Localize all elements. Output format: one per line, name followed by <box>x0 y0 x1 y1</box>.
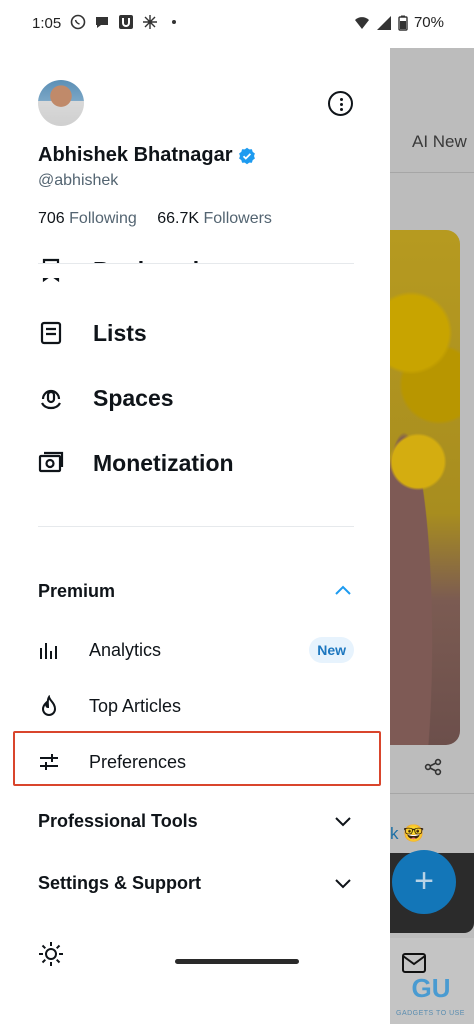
status-time: 1:05 <box>32 15 62 32</box>
money-icon <box>38 451 64 473</box>
followers-link[interactable]: 66.7K Followers <box>157 210 280 227</box>
more-options-icon[interactable] <box>328 91 353 116</box>
premium-item-analytics[interactable]: Analytics New <box>38 634 354 666</box>
chevron-down-icon <box>335 879 351 889</box>
following-link[interactable]: 706 Following <box>38 210 145 227</box>
following-label: Following <box>69 210 137 227</box>
profile-name-row[interactable]: Abhishek Bhatnagar <box>38 144 256 167</box>
avatar[interactable] <box>38 80 84 126</box>
feed-post-text[interactable]: k 🤓 <box>390 824 424 844</box>
followers-label: Followers <box>203 210 272 227</box>
follow-stats: 706 Following 66.7K Followers <box>38 210 288 228</box>
spaces-icon <box>41 389 61 410</box>
premium-item-label: Analytics <box>89 639 162 660</box>
background-feed[interactable]: AI New k 🤓 + GU GADGETS TO USE <box>390 48 474 1024</box>
nav-item-lists[interactable]: Lists <box>38 313 147 353</box>
gesture-home-bar[interactable] <box>175 959 299 964</box>
profile-name: Abhishek Bhatnagar <box>38 144 233 166</box>
divider <box>38 263 354 264</box>
mail-icon[interactable] <box>402 953 426 973</box>
section-label: Professional Tools <box>38 810 198 831</box>
whatsapp-icon <box>70 14 86 30</box>
followers-count: 66.7K <box>157 210 200 227</box>
settings-support-section-header[interactable]: Settings & Support <box>38 868 354 898</box>
flame-icon <box>41 695 57 716</box>
nav-item-label: Lists <box>93 319 147 346</box>
feed-tab-label[interactable]: AI New <box>412 132 467 152</box>
premium-item-top-articles[interactable]: Top Articles <box>38 690 354 722</box>
chevron-down-icon <box>335 817 351 827</box>
premium-item-label: Top Articles <box>89 695 182 716</box>
preferences-highlight-box <box>13 731 381 786</box>
status-system-icons: 70% <box>354 14 444 31</box>
feed-divider <box>390 172 474 173</box>
status-notification-icons <box>70 14 182 30</box>
verified-badge-icon <box>239 147 256 164</box>
section-label: Premium <box>38 580 116 601</box>
feed-post-image[interactable] <box>390 230 460 745</box>
scroll-clip <box>0 264 390 278</box>
new-badge: New <box>309 637 354 663</box>
battery-percent: 70% <box>413 14 444 31</box>
bar-chart-icon <box>40 643 57 659</box>
following-count: 706 <box>38 210 65 227</box>
share-icon[interactable] <box>424 758 442 776</box>
chevron-up-icon <box>335 585 351 595</box>
signal-icon <box>376 15 391 30</box>
section-label: Settings & Support <box>38 872 201 893</box>
wifi-icon <box>354 16 369 29</box>
nav-item-spaces[interactable]: Spaces <box>38 378 174 418</box>
theme-toggle-sun-icon[interactable] <box>38 941 64 967</box>
watermark-logo: GU <box>411 973 451 1003</box>
navigation-drawer: Abhishek Bhatnagar @abhishek 706 Followi… <box>0 48 390 1024</box>
professional-tools-section-header[interactable]: Professional Tools <box>38 806 354 836</box>
chat-icon <box>96 17 108 28</box>
watermark-text: GADGETS TO USE <box>396 1010 465 1017</box>
nav-item-label: Spaces <box>93 384 174 411</box>
nav-item-label: Monetization <box>93 449 234 476</box>
list-icon <box>40 321 62 345</box>
compose-button[interactable]: + <box>392 850 456 914</box>
sparkle-icon <box>143 15 157 29</box>
nav-item-monetization[interactable]: Monetization <box>38 443 234 483</box>
divider <box>38 526 354 527</box>
app-u-icon <box>119 15 133 29</box>
battery-icon <box>398 15 408 31</box>
status-bar: 1:05 70% <box>0 0 474 48</box>
dot-icon <box>172 20 176 24</box>
feed-divider <box>390 793 474 794</box>
premium-section-header[interactable]: Premium <box>38 576 354 606</box>
profile-handle: @abhishek <box>38 172 119 189</box>
